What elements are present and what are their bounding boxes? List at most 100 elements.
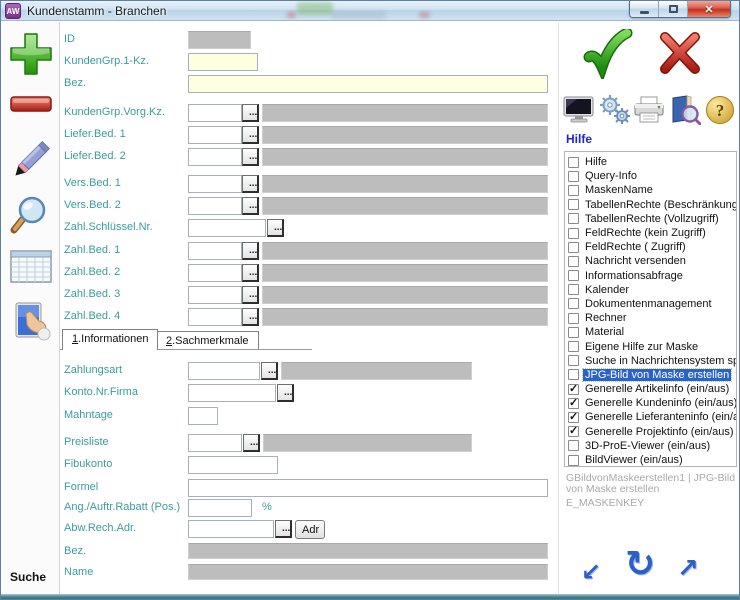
help-option-label[interactable]: Query-Info: [583, 170, 639, 182]
field-input[interactable]: [188, 407, 218, 425]
field-input[interactable]: [188, 362, 260, 380]
help-option-label[interactable]: Informationsabfrage: [583, 270, 685, 282]
checkbox-unchecked[interactable]: [568, 284, 579, 295]
tab-1[interactable]: 1.Informationen: [62, 329, 158, 350]
lookup-button[interactable]: ...: [242, 126, 259, 144]
checkbox-unchecked[interactable]: [568, 369, 579, 380]
help-option-row[interactable]: Rechner: [565, 311, 736, 325]
field-input[interactable]: [188, 53, 258, 71]
checkbox-checked[interactable]: [568, 398, 579, 409]
help-option-label[interactable]: Hilfe: [583, 156, 609, 168]
lookup-button[interactable]: ...: [242, 104, 259, 122]
checkbox-unchecked[interactable]: [568, 157, 579, 168]
field-input[interactable]: [188, 434, 242, 452]
checkbox-unchecked[interactable]: [568, 455, 579, 466]
help-option-label[interactable]: FeldRechte ( Zugriff): [583, 241, 688, 253]
checkbox-unchecked[interactable]: [568, 355, 579, 366]
lookup-button[interactable]: ...: [267, 219, 284, 237]
checkbox-unchecked[interactable]: [568, 440, 579, 451]
help-option-label[interactable]: TabellenRechte (Vollzugriff): [583, 213, 721, 225]
field-input[interactable]: [188, 219, 266, 237]
field-input[interactable]: [188, 175, 242, 193]
help-option-label[interactable]: Eigene Hilfe zur Maske: [583, 341, 700, 353]
field-input[interactable]: [188, 197, 242, 215]
help-button[interactable]: ?: [705, 95, 735, 128]
checkbox-checked[interactable]: [568, 384, 579, 395]
help-option-label[interactable]: Generelle Artikelinfo (ein/aus): [583, 383, 731, 395]
lookup-button[interactable]: ...: [277, 384, 294, 402]
lookup-button[interactable]: ...: [261, 362, 278, 380]
field-input[interactable]: [188, 499, 252, 517]
pick-screen-button[interactable]: [8, 300, 54, 346]
search-record-button[interactable]: [8, 194, 54, 240]
preview-button[interactable]: [669, 95, 701, 128]
lookup-button[interactable]: ...: [243, 434, 260, 452]
print-button[interactable]: [633, 96, 665, 127]
rotate-icon[interactable]: ↻: [625, 544, 655, 585]
edit-record-button[interactable]: [8, 137, 54, 183]
table-view-button[interactable]: [8, 248, 54, 288]
help-option-row[interactable]: MaskenName: [565, 183, 736, 197]
help-option-row[interactable]: BildViewer (ein/aus): [565, 453, 736, 467]
checkbox-unchecked[interactable]: [568, 298, 579, 309]
lookup-button[interactable]: ...: [275, 520, 292, 538]
help-option-label[interactable]: Generelle Projektinfo (ein/aus): [583, 426, 736, 438]
help-option-label[interactable]: FeldRechte (kein Zugriff): [583, 227, 708, 239]
add-record-button[interactable]: [8, 31, 54, 77]
help-option-row[interactable]: Material: [565, 325, 736, 339]
checkbox-unchecked[interactable]: [568, 185, 579, 196]
help-option-row[interactable]: 3D-ProE-Viewer (ein/aus): [565, 439, 736, 453]
lookup-button[interactable]: ...: [242, 264, 259, 282]
checkbox-unchecked[interactable]: [568, 228, 579, 239]
adr-button[interactable]: Adr: [295, 520, 325, 539]
help-option-row[interactable]: Generelle Lieferanteninfo (ein/aus): [565, 410, 736, 424]
close-button[interactable]: ✕: [688, 1, 730, 17]
help-option-row[interactable]: Generelle Projektinfo (ein/aus): [565, 425, 736, 439]
help-option-row[interactable]: TabellenRechte (Vollzugriff): [565, 212, 736, 226]
help-option-label[interactable]: Generelle Kundeninfo (ein/aus): [583, 397, 737, 409]
help-option-label[interactable]: 3D-ProE-Viewer (ein/aus): [583, 440, 712, 452]
help-option-label[interactable]: Generelle Lieferanteninfo (ein/aus): [583, 411, 737, 423]
checkbox-unchecked[interactable]: [568, 213, 579, 224]
field-input[interactable]: [188, 286, 242, 304]
minimize-button[interactable]: [630, 1, 659, 17]
checkbox-unchecked[interactable]: [568, 256, 579, 267]
help-option-row[interactable]: Nachricht versenden: [565, 254, 736, 268]
help-option-row[interactable]: Hilfe: [565, 155, 736, 169]
lookup-button[interactable]: ...: [242, 242, 259, 260]
field-input[interactable]: [188, 148, 242, 166]
checkbox-unchecked[interactable]: [568, 341, 579, 352]
checkbox-unchecked[interactable]: [568, 199, 579, 210]
help-option-row[interactable]: Generelle Kundeninfo (ein/aus): [565, 396, 736, 410]
field-input[interactable]: [188, 75, 548, 93]
help-option-label[interactable]: Suche in Nachrichtensystem speich: [583, 355, 737, 367]
field-input[interactable]: [188, 126, 242, 144]
checkbox-unchecked[interactable]: [568, 171, 579, 182]
help-option-row[interactable]: TabellenRechte (Beschränkung): [565, 198, 736, 212]
lookup-button[interactable]: ...: [242, 148, 259, 166]
field-input[interactable]: [188, 104, 242, 122]
field-input[interactable]: [188, 520, 274, 538]
help-option-label[interactable]: BildViewer (ein/aus): [583, 454, 685, 466]
help-option-label[interactable]: TabellenRechte (Beschränkung): [583, 199, 737, 211]
field-input[interactable]: [188, 456, 278, 474]
delete-record-button[interactable]: [8, 93, 54, 117]
lookup-button[interactable]: ...: [242, 197, 259, 215]
help-option-row[interactable]: Generelle Artikelinfo (ein/aus): [565, 382, 736, 396]
checkbox-unchecked[interactable]: [568, 270, 579, 281]
lookup-button[interactable]: ...: [242, 175, 259, 193]
arrow-forward-icon[interactable]: ↗: [677, 554, 699, 584]
checkbox-unchecked[interactable]: [568, 327, 579, 338]
lookup-button[interactable]: ...: [242, 308, 259, 326]
help-option-row[interactable]: Query-Info: [565, 169, 736, 183]
arrow-back-icon[interactable]: ↙: [581, 558, 601, 586]
checkbox-unchecked[interactable]: [568, 313, 579, 324]
help-option-row[interactable]: FeldRechte (kein Zugriff): [565, 226, 736, 240]
help-option-label[interactable]: JPG-Bild von Maske erstellen: [583, 369, 731, 381]
checkbox-checked[interactable]: [568, 412, 579, 423]
field-input[interactable]: [188, 264, 242, 282]
field-input[interactable]: [188, 384, 276, 402]
help-option-row[interactable]: FeldRechte ( Zugriff): [565, 240, 736, 254]
help-option-label[interactable]: MaskenName: [583, 184, 655, 196]
help-option-label[interactable]: Nachricht versenden: [583, 255, 688, 267]
